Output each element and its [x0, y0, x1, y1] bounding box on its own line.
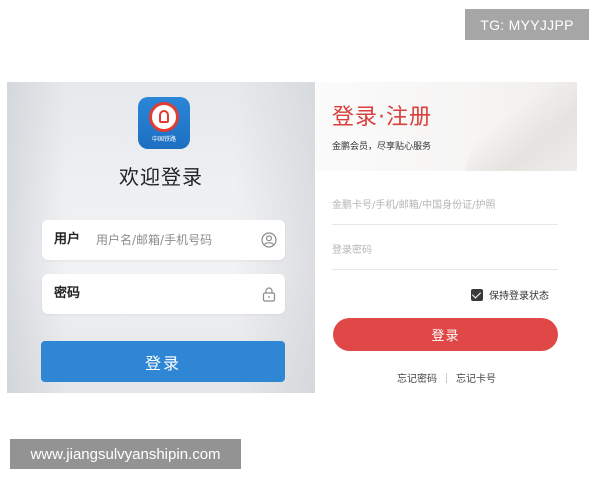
china-railway-logo: 中国铁路 [138, 97, 190, 149]
watermark-tag: TG: MYYJJPP [465, 9, 589, 40]
watermark-url: www.jiangsulvyanshipin.com [10, 439, 241, 469]
keep-login-checkbox[interactable]: 保持登录状态 [471, 287, 549, 302]
password-label: 密码 [54, 286, 81, 301]
airline-login-panel: 登录·注册 金鹏会员，尽享贴心服务 金鹏卡号/手机/邮箱/中国身份证/护照 登录… [316, 82, 577, 393]
railway-emblem-icon [149, 101, 179, 132]
card-number-input[interactable]: 金鹏卡号/手机/邮箱/中国身份证/护照 [332, 188, 558, 225]
keep-login-label: 保持登录状态 [489, 291, 549, 302]
password-input[interactable]: 登录密码 [332, 233, 558, 270]
username-input[interactable]: 用户名/邮箱/手机号码 [96, 220, 212, 260]
banner-decoration [462, 82, 577, 171]
forgot-card-link[interactable]: 忘记卡号 [456, 370, 496, 385]
username-label: 用户 [54, 232, 81, 247]
member-subtitle: 金鹏会员，尽享贴心服务 [332, 142, 432, 152]
help-links: 忘记密码 忘记卡号 [316, 370, 577, 385]
login-button[interactable]: 登录 [41, 341, 285, 382]
checkbox-checked-icon[interactable] [471, 288, 483, 301]
lock-icon [262, 287, 276, 302]
username-field[interactable]: 用户 用户名/邮箱/手机号码 [42, 220, 285, 260]
user-circle-icon [261, 232, 277, 248]
submit-login-button[interactable]: 登录 [333, 318, 558, 351]
welcome-title: 欢迎登录 [119, 165, 203, 189]
password-field[interactable]: 密码 [42, 274, 285, 314]
forgot-password-link[interactable]: 忘记密码 [397, 370, 437, 385]
login-register-title: 登录·注册 [332, 105, 432, 130]
link-divider [446, 372, 447, 383]
logo-caption: 中国铁路 [151, 135, 176, 143]
railway-login-panel: 中国铁路 欢迎登录 用户 用户名/邮箱/手机号码 密码 登录 [7, 82, 315, 393]
